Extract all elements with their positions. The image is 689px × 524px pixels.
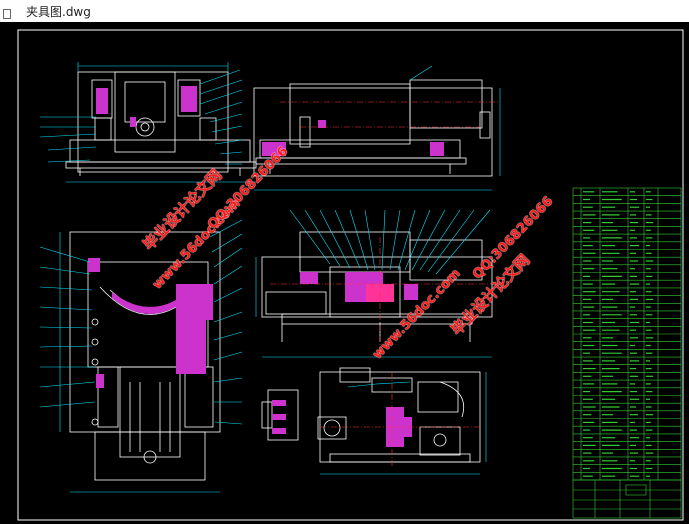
centerline-top-right — [280, 101, 500, 128]
parts-table — [572, 187, 682, 481]
hatch-middle-left — [88, 258, 213, 388]
view-top-left — [65, 71, 257, 176]
drawing-canvas[interactable]: 毕业设计论文网 www.56doc.com QQ:306826066 www.5… — [0, 22, 689, 524]
title-bar: 夹具图.dwg — [0, 0, 689, 22]
view-top-right — [253, 79, 493, 177]
hatch-bottom-small — [272, 400, 286, 434]
title-block — [572, 479, 682, 519]
file-icon — [3, 6, 11, 19]
file-name: 夹具图.dwg — [26, 5, 91, 19]
cad-drawing — [17, 29, 684, 521]
hatch-top-right — [262, 120, 444, 156]
